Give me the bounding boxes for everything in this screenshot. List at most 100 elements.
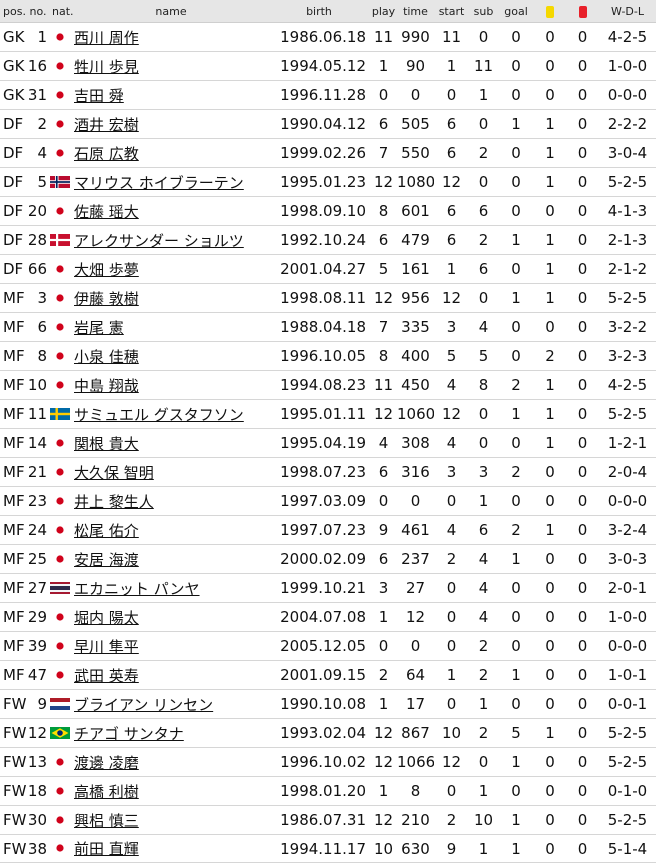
- player-name-link[interactable]: 小泉 佳穂: [74, 348, 139, 366]
- player-play: 8: [370, 196, 397, 226]
- header-time: time: [397, 0, 434, 23]
- player-red-cards: 0: [566, 51, 599, 81]
- player-name-link[interactable]: 松尾 佑介: [74, 522, 139, 540]
- player-name-cell: 松尾 佑介: [74, 515, 268, 545]
- player-name-cell: 大久保 智明: [74, 457, 268, 487]
- player-play: 4: [370, 428, 397, 458]
- player-position: GK: [0, 51, 27, 81]
- player-birth: 2001.09.15: [268, 660, 370, 690]
- player-play: 7: [370, 138, 397, 168]
- player-nationality: [49, 399, 74, 429]
- player-play: 0: [370, 486, 397, 516]
- yellow-card-icon: [546, 5, 554, 18]
- player-wdl: 3-2-4: [599, 515, 656, 545]
- player-yellow-cards: 1: [534, 225, 566, 255]
- player-name-link[interactable]: 興梠 慎三: [74, 812, 139, 830]
- japan-flag-icon: [50, 668, 72, 683]
- player-name-link[interactable]: 佐藤 瑶大: [74, 203, 139, 221]
- player-play: 0: [370, 80, 397, 110]
- header-play: play: [370, 0, 397, 23]
- player-name-link[interactable]: 石原 広教: [74, 145, 139, 163]
- player-name-link[interactable]: 高橋 利樹: [74, 783, 139, 801]
- player-name-link[interactable]: 中島 翔哉: [74, 377, 139, 395]
- player-name-link[interactable]: チアゴ サンタナ: [74, 725, 184, 743]
- player-name-cell: 岩尾 憲: [74, 312, 268, 342]
- player-time: 308: [397, 428, 434, 458]
- player-nationality: [49, 312, 74, 342]
- player-name-link[interactable]: 早川 隼平: [74, 638, 139, 656]
- player-play: 1: [370, 776, 397, 806]
- player-name-link[interactable]: マリウス ホイブラーテン: [74, 174, 244, 192]
- player-yellow-cards: 0: [534, 312, 566, 342]
- player-play: 12: [370, 283, 397, 313]
- player-name-link[interactable]: 大久保 智明: [74, 464, 154, 482]
- player-start: 12: [434, 283, 469, 313]
- player-birth: 1996.10.02: [268, 747, 370, 777]
- japan-flag-icon: [50, 639, 72, 654]
- player-yellow-cards: 0: [534, 689, 566, 719]
- player-wdl: 5-2-5: [599, 283, 656, 313]
- player-name-cell: 関根 貴大: [74, 428, 268, 458]
- player-goal: 0: [498, 22, 534, 52]
- player-yellow-cards: 0: [534, 776, 566, 806]
- player-name-link[interactable]: 西川 周作: [74, 29, 139, 47]
- player-name-link[interactable]: 牲川 歩見: [74, 58, 139, 76]
- player-name-link[interactable]: ブライアン リンセン: [74, 696, 213, 714]
- player-yellow-cards: 0: [534, 51, 566, 81]
- player-birth: 1993.02.04: [268, 718, 370, 748]
- japan-flag-icon: [50, 262, 72, 277]
- player-name-link[interactable]: 大畑 歩夢: [74, 261, 139, 279]
- player-name-link[interactable]: 井上 黎生人: [74, 493, 154, 511]
- player-name-link[interactable]: 岩尾 憲: [74, 319, 124, 337]
- player-name-link[interactable]: サミュエル グスタフソン: [74, 406, 244, 424]
- player-sub: 8: [469, 370, 498, 400]
- player-position: FW: [0, 718, 27, 748]
- player-name-link[interactable]: 関根 貴大: [74, 435, 139, 453]
- japan-flag-icon: [50, 494, 72, 509]
- japan-flag-icon: [50, 88, 72, 103]
- player-name-link[interactable]: 酒井 宏樹: [74, 116, 139, 134]
- header-sub: sub: [469, 0, 498, 23]
- player-name-link[interactable]: 伊藤 敦樹: [74, 290, 139, 308]
- player-yellow-cards: 0: [534, 486, 566, 516]
- player-time: 450: [397, 370, 434, 400]
- player-birth: 1994.05.12: [268, 51, 370, 81]
- player-goal: 5: [498, 718, 534, 748]
- player-number: 39: [27, 631, 49, 661]
- player-start: 3: [434, 457, 469, 487]
- player-play: 12: [370, 747, 397, 777]
- player-yellow-cards: 1: [534, 399, 566, 429]
- player-goal: 2: [498, 515, 534, 545]
- player-name-link[interactable]: 堀内 陽太: [74, 609, 139, 627]
- player-wdl: 2-0-4: [599, 457, 656, 487]
- player-name-cell: エカニット パンヤ: [74, 573, 268, 603]
- player-time: 316: [397, 457, 434, 487]
- player-name-cell: 大畑 歩夢: [74, 254, 268, 284]
- player-red-cards: 0: [566, 573, 599, 603]
- table-row: MF 29 堀内 陽太 2004.07.08 1 12 0 4 0 0 0 1-0-0: [0, 602, 656, 632]
- player-play: 11: [370, 22, 397, 52]
- player-name-link[interactable]: 渡邊 凌磨: [74, 754, 139, 772]
- player-goal: 0: [498, 167, 534, 197]
- player-sub: 1: [469, 834, 498, 863]
- player-name-cell: 井上 黎生人: [74, 486, 268, 516]
- player-start: 6: [434, 138, 469, 168]
- player-name-link[interactable]: 安居 海渡: [74, 551, 139, 569]
- player-birth: 2004.07.08: [268, 602, 370, 632]
- player-name-cell: 石原 広教: [74, 138, 268, 168]
- player-name-link[interactable]: 前田 直輝: [74, 840, 139, 858]
- table-row: MF 27 エカニット パンヤ 1999.10.21 3 27 0 4 0 0 0 2-0-1: [0, 573, 656, 603]
- player-name-link[interactable]: エカニット パンヤ: [74, 580, 200, 598]
- player-name-link[interactable]: 吉田 舜: [74, 87, 124, 105]
- player-number: 30: [27, 805, 49, 835]
- player-name-link[interactable]: アレクサンダー ショルツ: [74, 232, 244, 250]
- player-start: 12: [434, 167, 469, 197]
- header-pos: pos.: [0, 0, 27, 23]
- player-sub: 0: [469, 428, 498, 458]
- player-number: 14: [27, 428, 49, 458]
- player-name-link[interactable]: 武田 英寿: [74, 667, 139, 685]
- player-start: 5: [434, 341, 469, 371]
- player-red-cards: 0: [566, 776, 599, 806]
- player-start: 2: [434, 544, 469, 574]
- table-body: GK 1 西川 周作 1986.06.18 11 990 11 0 0 0 0 4-2-5 GK 16 牲川…: [0, 22, 656, 863]
